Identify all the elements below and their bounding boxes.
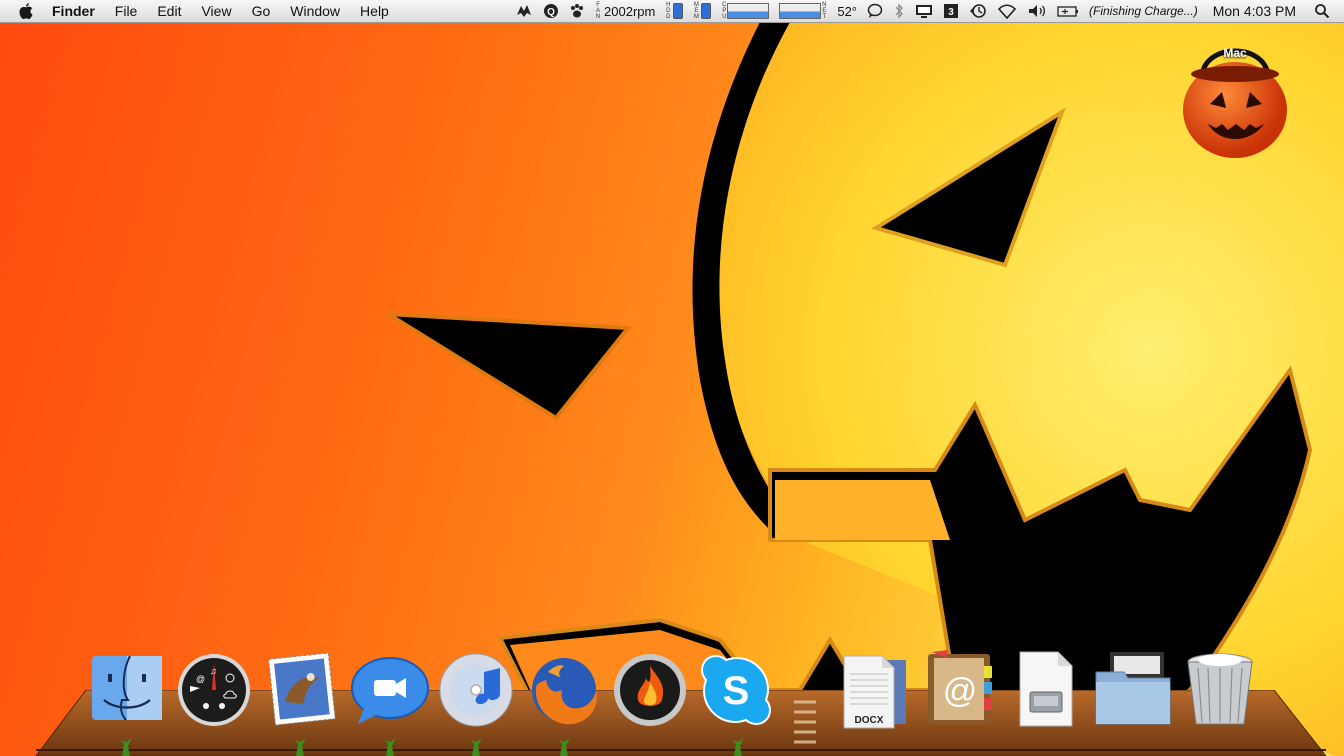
menu-file[interactable]: File bbox=[105, 0, 148, 22]
firefox-icon bbox=[532, 658, 597, 725]
burn-icon bbox=[614, 654, 686, 726]
dock-disk-document[interactable] bbox=[1010, 650, 1090, 734]
docx-badge: DOCX bbox=[855, 715, 884, 726]
menu-view[interactable]: View bbox=[191, 0, 241, 22]
docx-stack-icon: DOCX bbox=[843, 655, 906, 729]
fan-label: FAN bbox=[595, 2, 601, 20]
svg-text:Q: Q bbox=[547, 7, 555, 18]
volume-icon[interactable] bbox=[1022, 0, 1052, 22]
dock-docx-stack[interactable]: DOCX bbox=[832, 652, 912, 736]
status-menus: Q FAN 2002rpm HDD MEM CPU NET 52° 3 (Fin… bbox=[510, 0, 1344, 22]
menu-edit[interactable]: Edit bbox=[147, 0, 191, 22]
dock-trash[interactable] bbox=[1180, 648, 1260, 732]
svg-text:♫: ♫ bbox=[210, 666, 217, 676]
dock-firefox[interactable] bbox=[524, 650, 604, 734]
finder-icon bbox=[92, 655, 162, 721]
svg-text:S: S bbox=[723, 669, 750, 713]
wifi-icon[interactable] bbox=[992, 0, 1022, 22]
net-graph bbox=[779, 3, 822, 19]
net-label: NET bbox=[822, 2, 827, 20]
finder-running-indicator-icon bbox=[120, 738, 132, 756]
dock-mail[interactable] bbox=[262, 650, 342, 734]
spotlight-search-icon[interactable] bbox=[1308, 0, 1344, 22]
menu-go[interactable]: Go bbox=[242, 0, 281, 22]
dock-burn[interactable] bbox=[610, 650, 690, 734]
disk-document-icon bbox=[1019, 651, 1073, 727]
time-machine-icon[interactable] bbox=[964, 0, 992, 22]
folder-icon bbox=[1095, 652, 1171, 725]
dock-ichat[interactable] bbox=[350, 652, 430, 736]
mem-meter[interactable]: MEM bbox=[688, 0, 716, 22]
bluetooth-icon[interactable] bbox=[888, 0, 910, 22]
display-icon[interactable] bbox=[910, 0, 938, 22]
net-meter[interactable]: NET bbox=[774, 0, 832, 22]
menu-window[interactable]: Window bbox=[280, 0, 350, 22]
mail-icon bbox=[268, 652, 336, 726]
speech-bubble-icon[interactable] bbox=[862, 0, 888, 22]
mail-running-indicator-icon bbox=[294, 738, 306, 756]
dock-finder[interactable] bbox=[88, 652, 168, 736]
hdd-label: HDD bbox=[666, 2, 671, 20]
temperature-text[interactable]: 52° bbox=[832, 0, 862, 22]
fan-speed-monitor[interactable]: FAN 2002rpm bbox=[590, 0, 660, 22]
script-menu-icon[interactable]: 3 bbox=[938, 0, 964, 22]
itunes-running-indicator-icon bbox=[470, 738, 482, 756]
battery-status-text[interactable]: (Finishing Charge...) bbox=[1084, 0, 1203, 22]
menu-app-finder[interactable]: Finder bbox=[42, 0, 105, 22]
dashboard-icon: @ ♫ bbox=[178, 654, 250, 726]
dock-skype[interactable]: S bbox=[698, 650, 778, 734]
dock-address-book[interactable]: @ bbox=[918, 648, 998, 732]
menu-bar: Finder File Edit View Go Window Help Q F… bbox=[0, 0, 1344, 23]
dock-dashboard[interactable]: @ ♫ bbox=[174, 652, 254, 736]
dock-separator bbox=[794, 700, 816, 744]
growl-icon[interactable] bbox=[510, 0, 538, 22]
address-book-icon: @ bbox=[928, 650, 992, 724]
dock-itunes[interactable] bbox=[436, 650, 516, 734]
dock-folder[interactable] bbox=[1094, 648, 1174, 732]
desktop-icon-label: Mac bbox=[1223, 46, 1247, 60]
battery-icon[interactable] bbox=[1052, 0, 1084, 22]
clock-text[interactable]: Mon 4:03 PM bbox=[1203, 0, 1308, 22]
cpu-meter[interactable]: CPU bbox=[716, 0, 774, 22]
svg-text:3: 3 bbox=[948, 7, 954, 18]
menu-help[interactable]: Help bbox=[350, 0, 399, 22]
itunes-icon bbox=[439, 653, 513, 727]
apple-icon[interactable] bbox=[16, 0, 36, 22]
ichat-running-indicator-icon bbox=[384, 738, 396, 756]
quicksilver-icon[interactable]: Q bbox=[538, 0, 564, 22]
svg-text:@: @ bbox=[196, 674, 205, 684]
desktop-icon-mac[interactable]: Mac bbox=[1180, 34, 1290, 158]
mem-label: MEM bbox=[693, 2, 699, 20]
hdd-bar bbox=[673, 3, 684, 19]
wallpaper-pumpkin-face bbox=[386, 22, 1344, 756]
mem-bar bbox=[701, 3, 712, 19]
skype-running-indicator-icon bbox=[732, 738, 744, 756]
hdd-meter[interactable]: HDD bbox=[660, 0, 688, 22]
firefox-running-indicator-icon bbox=[558, 738, 570, 756]
svg-text:@: @ bbox=[943, 672, 978, 710]
paw-icon[interactable] bbox=[564, 0, 590, 22]
cpu-graph bbox=[727, 3, 770, 19]
skype-icon: S bbox=[700, 654, 772, 726]
ichat-icon bbox=[351, 657, 429, 724]
fan-speed-text: 2002rpm bbox=[604, 3, 656, 19]
trash-icon bbox=[1187, 653, 1253, 725]
desktop[interactable]: Finder File Edit View Go Window Help Q F… bbox=[0, 0, 1344, 756]
